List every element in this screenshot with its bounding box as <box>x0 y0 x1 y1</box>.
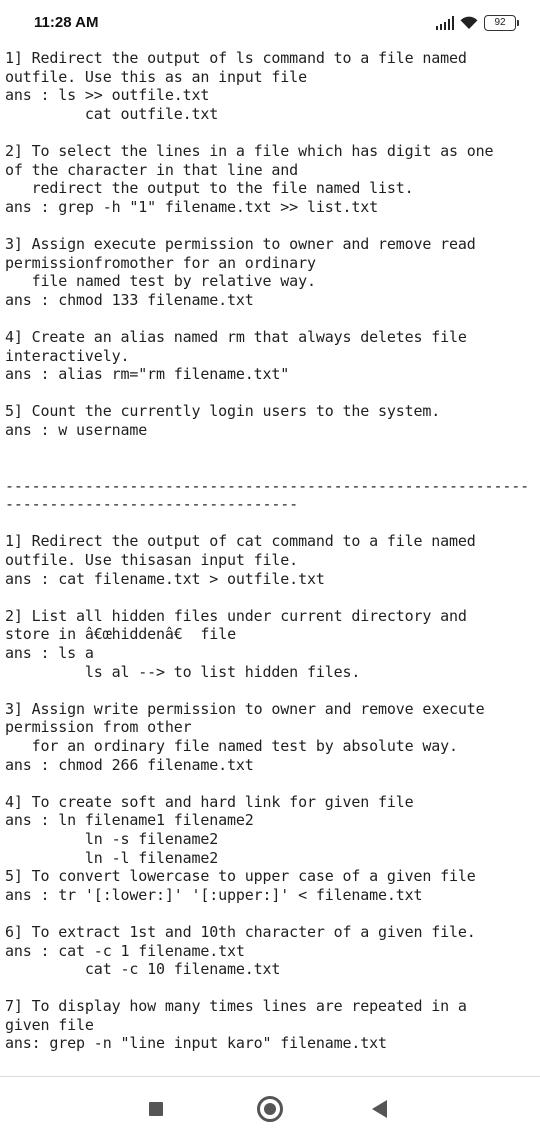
text-line <box>5 774 537 793</box>
text-line: 7] To display how many times lines are r… <box>5 997 467 1016</box>
text-line: permissionfromother for an ordinary <box>5 253 316 272</box>
text-line: ans : alias rm="rm filename.txt" <box>5 365 290 384</box>
text-line: permission from other <box>5 718 192 737</box>
home-button-icon[interactable] <box>257 1096 283 1122</box>
text-line: cat outfile.txt <box>5 104 219 123</box>
text-line <box>5 384 537 403</box>
status-bar: 11:28 AM 92 <box>0 0 540 46</box>
text-line: ans : tr '[:lower:]' '[:upper:]' < filen… <box>5 885 423 904</box>
text-line <box>5 216 537 235</box>
text-line: given file <box>5 1015 94 1034</box>
text-line <box>5 514 537 533</box>
text-line: of the character in that line and <box>5 160 299 179</box>
status-icons: 92 <box>436 13 519 33</box>
text-line: ans : ls a <box>5 644 94 662</box>
text-line: 5] To convert lowercase to upper case of… <box>5 867 476 886</box>
document-text: 1] Redirect the output of ls command to … <box>5 49 537 1053</box>
text-line: redirect the output to the file named li… <box>5 179 414 198</box>
text-line: for an ordinary file named test by absol… <box>5 736 458 755</box>
text-line: ans : ln filename1 filename2 <box>5 811 254 830</box>
text-line: 2] To select the lines in a file which h… <box>5 141 494 160</box>
text-line: outfile. Use thisasan input file. <box>5 551 299 570</box>
text-line <box>5 588 537 607</box>
recents-button-icon[interactable] <box>149 1102 163 1116</box>
text-line: 2] List all hidden files under current d… <box>5 606 467 625</box>
text-line: 1] Redirect the output of cat command to… <box>5 532 476 551</box>
text-line: store in â€œhiddenâ€ file <box>5 625 236 644</box>
text-line: ln -s filename2 <box>5 829 219 848</box>
text-line: interactively. <box>5 346 130 365</box>
text-line: ans : ls >> outfile.txt <box>5 86 210 105</box>
text-line: 3] Assign write permission to owner and … <box>5 699 485 718</box>
text-line: outfile. Use this as an input file <box>5 67 307 86</box>
signal-icon <box>436 16 454 30</box>
text-line: ans : w username <box>5 420 148 439</box>
text-line <box>5 681 537 700</box>
text-line: ans: grep -n "line input karo" filename.… <box>5 1034 387 1053</box>
text-line: ans : grep -h "1" filename.txt >> list.t… <box>5 197 378 216</box>
text-line: ls al --> to list hidden files. <box>5 662 361 681</box>
text-line <box>5 458 537 477</box>
text-line <box>5 979 537 998</box>
text-line <box>5 439 537 458</box>
text-line: ans : chmod 266 filename.txt <box>5 755 254 774</box>
wifi-icon <box>460 16 478 29</box>
back-button-icon[interactable] <box>372 1100 387 1118</box>
text-line: ln -l filename2 <box>5 848 219 867</box>
text-line: ans : chmod 133 filename.txt <box>5 290 254 309</box>
text-line: 4] Create an alias named rm that always … <box>5 327 467 346</box>
status-time: 11:28 AM <box>34 14 99 31</box>
text-line: file named test by relative way. <box>5 272 316 291</box>
text-line <box>5 309 537 328</box>
navigation-bar <box>0 1076 540 1141</box>
text-line: cat -c 10 filename.txt <box>5 960 281 979</box>
text-line <box>5 123 537 142</box>
text-line: 6] To extract 1st and 10th character of … <box>5 922 476 941</box>
text-line: 4] To create soft and hard link for give… <box>5 792 414 811</box>
battery-icon: 92 <box>484 15 519 31</box>
text-line: 1] Redirect the output of ls command to … <box>5 49 467 67</box>
text-line: --------------------------------- <box>5 495 299 514</box>
text-line <box>5 904 537 923</box>
text-line: ----------------------------------------… <box>5 476 529 495</box>
text-line: ans : cat filename.txt > outfile.txt <box>5 569 325 588</box>
text-line: 3] Assign execute permission to owner an… <box>5 234 476 253</box>
text-line: 5] Count the currently login users to th… <box>5 402 441 421</box>
text-line: ans : cat -c 1 filename.txt <box>5 941 245 960</box>
